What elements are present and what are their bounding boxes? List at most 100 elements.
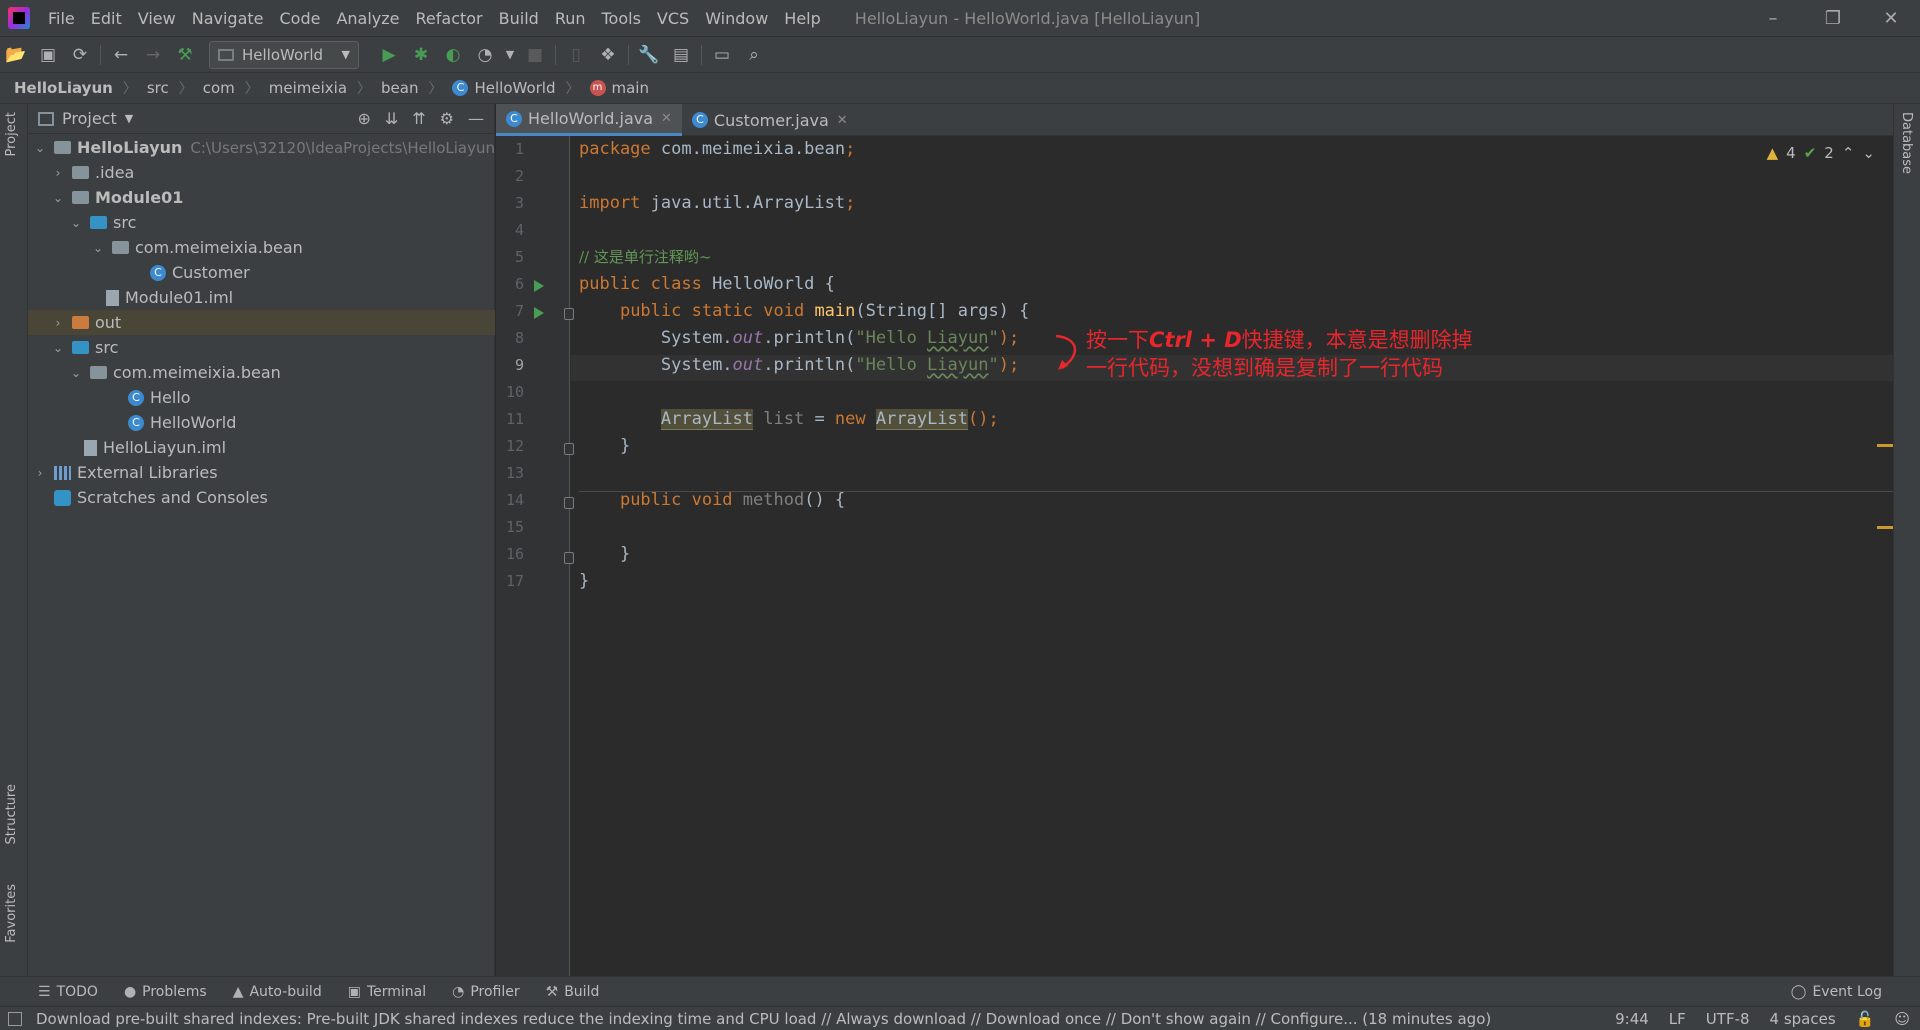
locate-file-icon[interactable]: ⊕ — [357, 109, 370, 128]
inspection-widget[interactable]: ▲ 4 ✔ 2 ⌃ ⌄ — [1767, 144, 1875, 162]
crumb-src[interactable]: src — [147, 79, 169, 97]
collapsed-arrow-icon[interactable]: › — [32, 466, 48, 480]
menu-refactor[interactable]: Refactor — [408, 9, 491, 28]
toggle-tool-windows-icon[interactable] — [8, 1011, 22, 1026]
menu-analyze[interactable]: Analyze — [328, 9, 407, 28]
menu-window[interactable]: Window — [697, 9, 776, 28]
expanded-arrow-icon[interactable]: ⌄ — [32, 141, 48, 155]
menu-view[interactable]: View — [130, 9, 184, 28]
back-icon[interactable]: ← — [105, 40, 137, 70]
caret-position[interactable]: 9:44 — [1615, 1010, 1649, 1028]
crumb-method[interactable]: main — [612, 79, 649, 97]
expanded-arrow-icon[interactable]: ⌄ — [68, 366, 84, 380]
sync-icon[interactable]: ⟳ — [64, 40, 96, 70]
tree-item-src[interactable]: ⌄ src — [28, 335, 495, 360]
crumb-bean[interactable]: bean — [381, 79, 418, 97]
tree-item-external-libraries[interactable]: › External Libraries — [28, 460, 495, 485]
hide-panel-icon[interactable]: — — [468, 109, 484, 128]
tree-item-module01[interactable]: ⌄ Module01 — [28, 185, 495, 210]
run-icon[interactable]: ▶ — [373, 40, 405, 70]
expanded-arrow-icon[interactable]: ⌄ — [50, 341, 66, 355]
more-run-icon[interactable]: ▼ — [501, 40, 519, 70]
tab-structure-toolwindow[interactable]: Structure — [4, 784, 19, 844]
file-encoding[interactable]: UTF-8 — [1706, 1010, 1750, 1028]
run-configuration-select[interactable]: HelloWorld ▼ — [209, 40, 359, 69]
menu-run[interactable]: Run — [547, 9, 594, 28]
search-icon[interactable]: ⌕ — [738, 40, 770, 70]
forward-icon[interactable]: → — [137, 40, 169, 70]
menu-file[interactable]: File — [40, 9, 83, 28]
indent-setting[interactable]: 4 spaces — [1770, 1010, 1836, 1028]
tree-item-helloworld[interactable]: C HelloWorld — [28, 410, 495, 435]
run-class-gutter-icon[interactable] — [534, 280, 544, 292]
tree-item-module-src[interactable]: ⌄ src — [28, 210, 495, 235]
crumb-meimeixia[interactable]: meimeixia — [269, 79, 347, 97]
menu-code[interactable]: Code — [272, 9, 329, 28]
profile-icon[interactable]: ◔ — [469, 40, 501, 70]
tab-project-toolwindow[interactable]: Project — [4, 112, 19, 156]
next-highlight-icon[interactable]: ⌄ — [1862, 144, 1875, 162]
collapse-all-icon[interactable]: ⇈ — [412, 109, 425, 128]
tree-item-module01-iml[interactable]: Module01.iml — [28, 285, 495, 310]
menu-tools[interactable]: Tools — [594, 9, 649, 28]
menu-vcs[interactable]: VCS — [649, 9, 697, 28]
presentation-icon[interactable]: ▭ — [706, 40, 738, 70]
code-editor[interactable]: 1 2 3 4 5 6 7 8 9 10 11 12 13 14 15 16 1… — [496, 136, 1893, 976]
tree-item-package[interactable]: ⌄ com.meimeixia.bean — [28, 360, 495, 385]
stop-icon[interactable]: ■ — [519, 40, 551, 70]
tree-item-project-root[interactable]: ⌄ HelloLiayun C:\Users\32120\IdeaProject… — [28, 135, 495, 160]
chevron-down-icon[interactable]: ▼ — [125, 112, 133, 125]
tool-todo[interactable]: ☰ TODO — [38, 984, 98, 1000]
tree-item-customer[interactable]: C Customer — [28, 260, 495, 285]
tool-problems[interactable]: ● Problems — [124, 984, 207, 1000]
expand-all-icon[interactable]: ⇊ — [385, 109, 398, 128]
fold-icon[interactable] — [564, 552, 574, 564]
menu-navigate[interactable]: Navigate — [184, 9, 272, 28]
crumb-project[interactable]: HelloLiayun — [14, 79, 113, 97]
gear-icon[interactable]: ⚙ — [440, 109, 454, 128]
run-main-gutter-icon[interactable] — [534, 307, 544, 319]
tree-item-scratches[interactable]: Scratches and Consoles — [28, 485, 495, 510]
crumb-com[interactable]: com — [203, 79, 235, 97]
warning-stripe-marker[interactable] — [1877, 526, 1893, 529]
warning-stripe-marker[interactable] — [1877, 444, 1893, 447]
build-hammer-icon[interactable]: ⚒ — [169, 40, 201, 70]
tree-item-helloliayun-iml[interactable]: HelloLiayun.iml — [28, 435, 495, 460]
tab-favorites-toolwindow[interactable]: Favorites — [4, 884, 19, 943]
close-icon[interactable]: ✕ — [661, 111, 672, 126]
fold-icon[interactable] — [564, 443, 574, 455]
debug-icon[interactable]: ✱ — [405, 40, 437, 70]
save-icon[interactable]: ▣ — [32, 40, 64, 70]
lock-icon[interactable]: 🔓 — [1856, 1010, 1875, 1028]
close-icon[interactable]: ✕ — [837, 113, 848, 128]
tool-profiler[interactable]: ◔ Profiler — [452, 984, 520, 1000]
services-icon[interactable]: ❖ — [592, 40, 624, 70]
tool-build[interactable]: ⚒ Build — [546, 984, 600, 1000]
settings-wrench-icon[interactable]: 🔧 — [633, 40, 665, 70]
menu-build[interactable]: Build — [491, 9, 547, 28]
tab-helloworld-java[interactable]: C HelloWorld.java ✕ — [496, 104, 682, 136]
tree-item-hello[interactable]: C Hello — [28, 385, 495, 410]
tab-customer-java[interactable]: C Customer.java ✕ — [682, 104, 858, 136]
open-folder-icon[interactable]: 📂 — [0, 40, 32, 70]
previous-highlight-icon[interactable]: ⌃ — [1842, 144, 1855, 162]
expanded-arrow-icon[interactable]: ⌄ — [68, 216, 84, 230]
status-message[interactable]: Download pre-built shared indexes: Pre-b… — [36, 1010, 1491, 1028]
expanded-arrow-icon[interactable]: ⌄ — [50, 191, 66, 205]
tool-event-log[interactable]: ◯ Event Log — [1791, 984, 1882, 1000]
coverage-icon[interactable]: ◐ — [437, 40, 469, 70]
crumb-class[interactable]: HelloWorld — [474, 79, 555, 97]
collapsed-arrow-icon[interactable]: › — [50, 166, 66, 180]
line-separator[interactable]: LF — [1669, 1010, 1686, 1028]
tool-auto-build[interactable]: ▲ Auto-build — [233, 984, 322, 1000]
project-panel-title[interactable]: Project — [62, 109, 117, 128]
tree-item-module-package[interactable]: ⌄ com.meimeixia.bean — [28, 235, 495, 260]
tab-database-toolwindow[interactable]: Database — [1899, 112, 1914, 174]
restore-button[interactable]: ❐ — [1804, 0, 1862, 36]
attach-debugger-icon[interactable]: ▯ — [560, 40, 592, 70]
project-structure-icon[interactable]: ▤ — [665, 40, 697, 70]
fold-icon[interactable] — [564, 497, 574, 509]
tree-item-out[interactable]: › out — [28, 310, 495, 335]
memory-indicator-icon[interactable]: ☺ — [1894, 1010, 1910, 1028]
tool-terminal[interactable]: ▣ Terminal — [348, 984, 426, 1000]
